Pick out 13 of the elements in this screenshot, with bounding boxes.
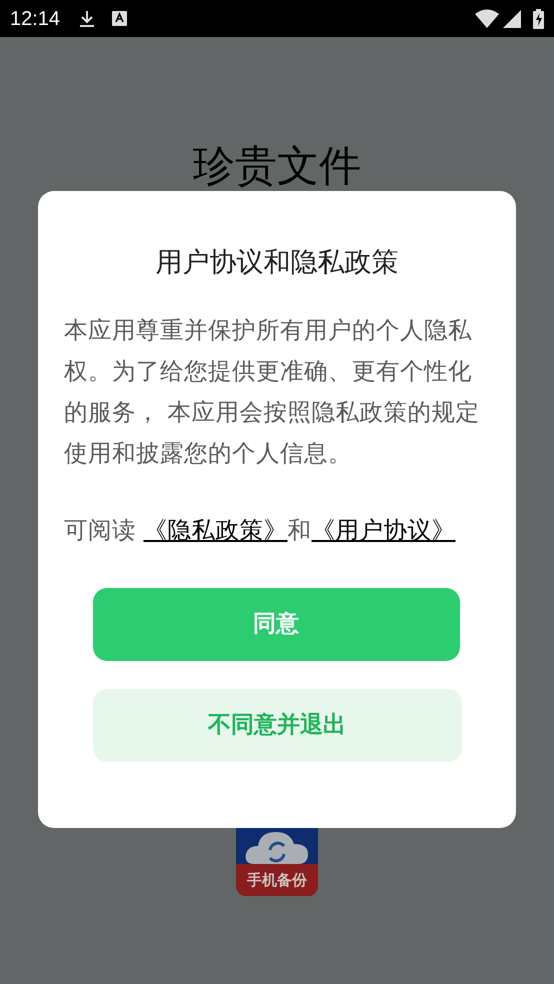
wifi-icon [475,8,499,28]
agreement-links-text: 可阅读 《隐私政策》和《用户协议》 [64,515,456,546]
battery-icon [533,8,544,28]
dialog-title: 用户协议和隐私政策 [156,249,398,276]
dialog-message: 本应用尊重并保护所有用户的个人隐私权。为了给您提供更准确、更有个性化的服务， 本应用会按照隐私政策的规定使用和披露您的个人信息。 [64,315,480,469]
keyboard-icon [112,11,128,26]
download-icon [78,10,96,28]
status-time: 12:14 [10,6,60,32]
user-agreement-link[interactable]: 《用户协议》 [311,516,456,544]
signal-icon [503,10,521,28]
app-label: 手机备份 [247,872,307,888]
page-title: 珍贵文件 [193,145,361,187]
privacy-policy-link[interactable]: 《隐私政策》 [143,516,288,544]
